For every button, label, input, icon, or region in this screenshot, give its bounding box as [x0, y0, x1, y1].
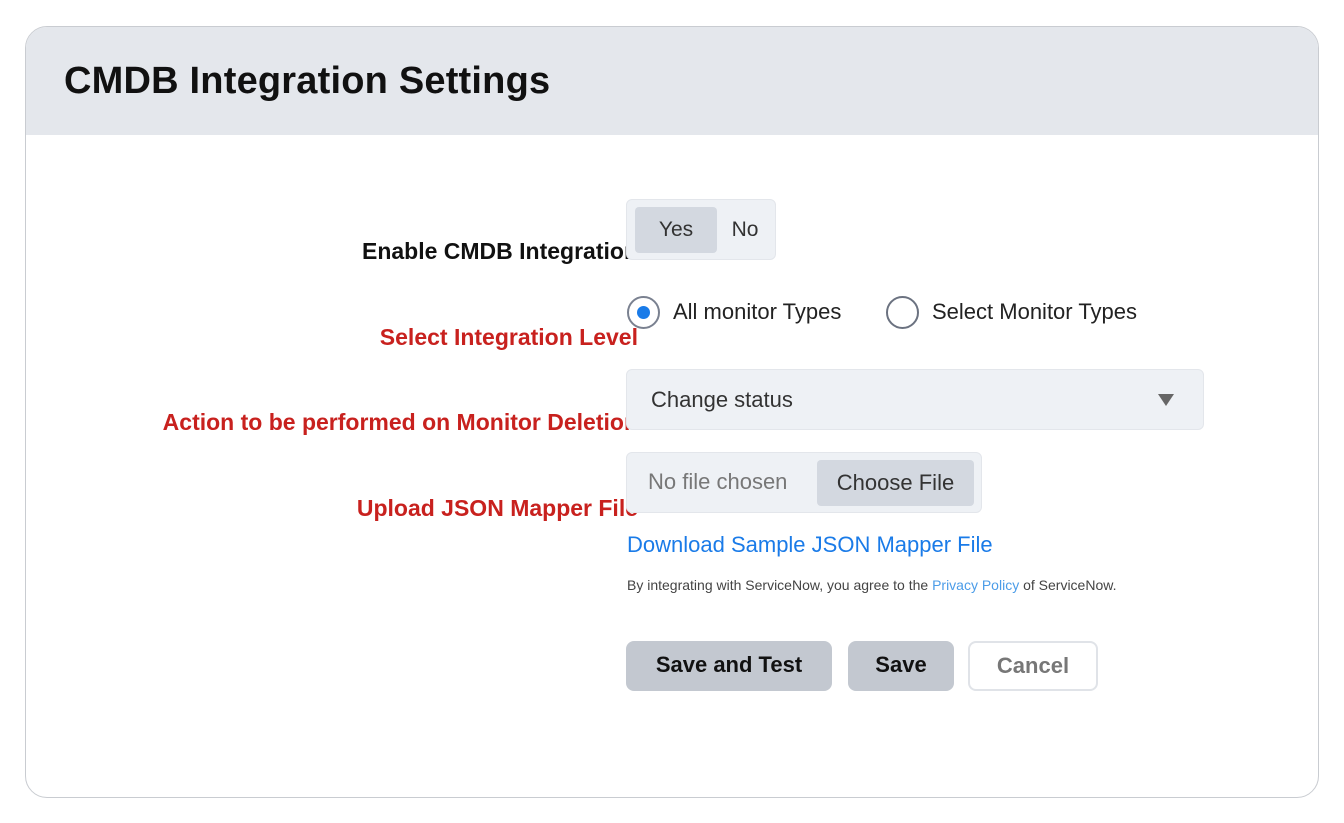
- deletion-action-label: Action to be performed on Monitor Deleti…: [162, 409, 638, 435]
- toggle-yes-option[interactable]: Yes: [635, 207, 717, 253]
- radio-select-monitor-types-label: Select Monitor Types: [932, 299, 1138, 324]
- page-title: CMDB Integration Settings: [64, 60, 551, 102]
- upload-mapper-label: Upload JSON Mapper File: [356, 495, 638, 521]
- file-upload-input[interactable]: No file chosen Choose File: [626, 452, 982, 513]
- agreement-text: By integrating with ServiceNow, you agre…: [627, 577, 1116, 593]
- radio-all-monitor-types[interactable]: All monitor Types: [627, 294, 841, 330]
- deletion-action-value: Change status: [651, 387, 793, 412]
- privacy-policy-link[interactable]: Privacy Policy: [932, 577, 1019, 593]
- agreement-prefix: By integrating with ServiceNow, you agre…: [627, 577, 933, 593]
- radio-checked-icon[interactable]: [627, 295, 660, 329]
- agreement-suffix: of ServiceNow.: [1019, 577, 1117, 593]
- save-button[interactable]: Save: [848, 641, 954, 691]
- radio-all-monitor-types-label: All monitor Types: [673, 299, 842, 324]
- card-header: CMDB Integration Settings: [26, 27, 1318, 135]
- cancel-button[interactable]: Cancel: [968, 641, 1098, 691]
- enable-integration-toggle: Yes No: [626, 199, 776, 260]
- radio-select-monitor-types[interactable]: Select Monitor Types: [886, 294, 1137, 330]
- save-and-test-button[interactable]: Save and Test: [626, 641, 832, 691]
- download-sample-link[interactable]: Download Sample JSON Mapper File: [627, 532, 993, 558]
- integration-level-label: Select Integration Level: [379, 324, 638, 350]
- enable-integration-label: Enable CMDB Integration: [361, 238, 638, 264]
- radio-unchecked-icon[interactable]: [886, 295, 919, 329]
- file-status-text: No file chosen: [648, 469, 788, 494]
- toggle-no-option[interactable]: No: [719, 207, 771, 253]
- deletion-action-select[interactable]: Change status: [626, 369, 1204, 430]
- caret-down-icon: [1158, 394, 1174, 406]
- choose-file-button[interactable]: Choose File: [817, 460, 974, 506]
